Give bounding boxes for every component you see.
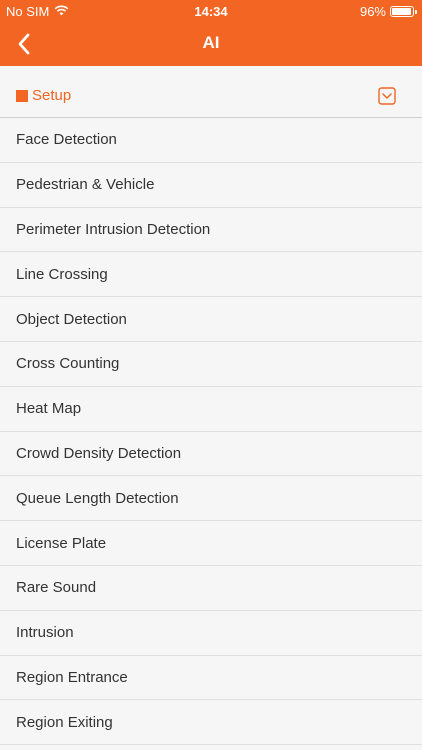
list-item[interactable]: Line Crossing [0,252,422,298]
status-bar: No SIM 14:34 96% [0,0,422,22]
list-item-label: Pedestrian & Vehicle [16,176,155,194]
list-item-label: Face Detection [16,131,117,149]
list-item[interactable]: Face Detection [0,118,422,163]
battery-fill [392,8,412,15]
list-item[interactable]: Region Entrance [0,655,422,701]
battery-icon [390,6,417,17]
list-item[interactable]: Heat Map [0,386,422,432]
list-item-label: Line Crossing [16,265,108,283]
status-right: 96% [359,4,417,19]
chevron-down-icon [378,87,396,105]
list-item-label: Region Exiting [16,713,113,731]
list-item-label: Perimeter Intrusion Detection [16,220,211,238]
list-item[interactable]: Region Exiting [0,700,422,746]
nav-bar: AI [0,22,422,66]
list-item[interactable]: Queue Length Detection [0,476,422,522]
list-item[interactable]: Perimeter Intrusion Detection [0,207,422,253]
status-time: 14:34 [194,4,228,19]
list-item[interactable]: Rare Sound [0,565,422,611]
battery-percent: 96% [359,4,386,19]
ai-feature-list: Face Detection Pedestrian & Vehicle Perime… [0,118,422,746]
section-marker-icon [16,90,28,102]
list-item[interactable]: Crowd Density Detection [0,431,422,477]
list-item[interactable]: Pedestrian & Vehicle [0,162,422,208]
list-item[interactable]: Intrusion [0,610,422,656]
list-item-label: Queue Length Detection [16,489,179,507]
list-item-label: Region Entrance [16,668,128,686]
list-item-label: License Plate [16,534,107,552]
section-toggle-button[interactable] [378,87,396,105]
section-label: Setup [32,87,72,104]
list-item-label: Intrusion [16,624,74,642]
list-item-label: Crowd Density Detection [16,444,182,462]
page-title: AI [202,33,220,52]
header: No SIM 14:34 96% AI [0,0,422,66]
list-item-label: Cross Counting [16,355,120,373]
list-item[interactable]: Object Detection [0,297,422,342]
setup-section-header[interactable]: Setup [0,76,422,118]
list-item[interactable]: Cross Counting [0,341,422,387]
list-item[interactable]: License Plate [0,521,422,566]
list-item-label: Rare Sound [16,579,97,597]
list-item-label: Heat Map [16,400,82,418]
list-item-label: Object Detection [16,310,127,328]
